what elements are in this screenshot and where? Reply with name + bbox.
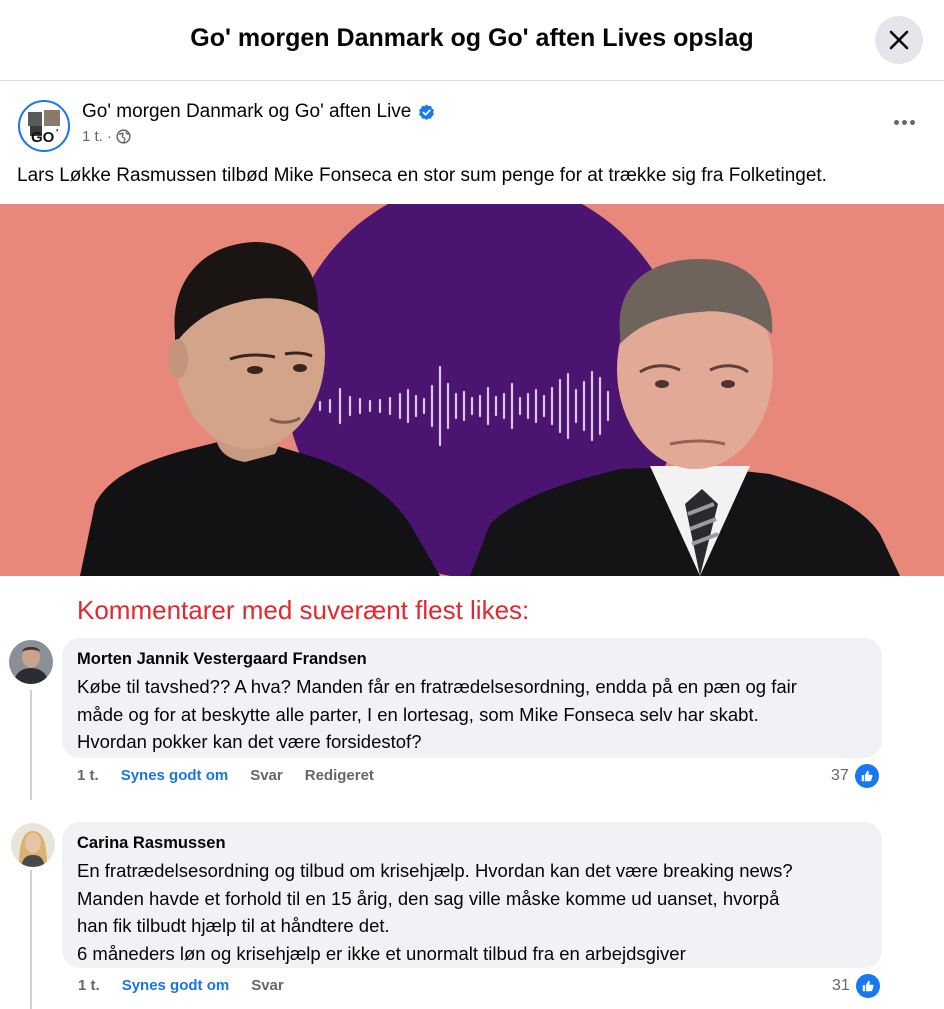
dialog-title: Go' morgen Danmark og Go' aften Lives op… xyxy=(190,24,754,52)
comment-bubble: Carina Rasmussen En fratrædelsesordning … xyxy=(62,822,882,968)
like-button[interactable]: Synes godt om xyxy=(121,767,229,784)
like-button[interactable]: Synes godt om xyxy=(122,977,230,994)
edited-label: Redigeret xyxy=(304,767,374,784)
comment-author[interactable]: Carina Rasmussen xyxy=(77,834,868,853)
reaction-count[interactable]: 31 xyxy=(832,972,882,1000)
post-time[interactable]: 1 t. xyxy=(82,128,103,145)
like-reaction-icon xyxy=(853,972,882,1000)
reply-button[interactable]: Svar xyxy=(250,767,283,784)
comment-text-line: Hvordan pokker kan det være forsidestof? xyxy=(77,731,422,752)
globe-icon xyxy=(116,129,131,144)
reaction-count[interactable]: 37 xyxy=(831,762,881,790)
page-name: Go' morgen Danmark og Go' aften Live xyxy=(82,101,412,122)
svg-text:': ' xyxy=(56,128,58,139)
dialog-header: Go' morgen Danmark og Go' aften Lives op… xyxy=(0,0,944,81)
comment-author[interactable]: Morten Jannik Vestergaard Frandsen xyxy=(77,650,868,669)
close-icon xyxy=(889,30,909,50)
like-count: 31 xyxy=(832,977,850,994)
meta-separator: · xyxy=(106,128,112,145)
more-dot xyxy=(901,119,907,125)
post-text: Lars Løkke Rasmussen tilbød Mike Fonseca… xyxy=(17,165,827,186)
like-reaction-icon xyxy=(852,762,881,790)
post-meta: 1 t. · xyxy=(82,128,131,145)
thread-line xyxy=(30,690,32,800)
commenter-avatar[interactable] xyxy=(11,823,55,867)
like-count: 37 xyxy=(831,767,849,784)
more-options-button[interactable] xyxy=(886,110,922,134)
annotation-label: Kommentarer med suverænt flest likes: xyxy=(77,595,530,625)
comment-text-line: En fratrædelsesordning og tilbud om kris… xyxy=(77,860,793,881)
comment-actions: 1 t. Synes godt om Svar Redigeret xyxy=(77,767,374,784)
comment-text-line: han fik tilbudt hjælp til at håndtere de… xyxy=(77,915,390,936)
comment-time[interactable]: 1 t. xyxy=(77,767,99,784)
comment-text-line: måde og for at beskytte alle parter, I e… xyxy=(77,703,759,725)
page-avatar[interactable]: GO ' xyxy=(18,100,70,152)
commenter-avatar[interactable] xyxy=(9,640,53,684)
reply-button[interactable]: Svar xyxy=(251,977,284,994)
more-dot xyxy=(909,119,915,125)
comment-time[interactable]: 1 t. xyxy=(78,977,100,994)
more-dot xyxy=(893,119,899,125)
comment-text-line: 6 måneders løn og krisehjælp er ikke et … xyxy=(77,942,686,964)
close-button[interactable] xyxy=(875,16,923,64)
post-photo xyxy=(0,204,944,576)
comment-bubble: Morten Jannik Vestergaard Frandsen Købe … xyxy=(62,638,882,758)
page-name-link[interactable]: Go' morgen Danmark og Go' aften Live xyxy=(82,101,435,123)
comment-text-line: Købe til tavshed?? A hva? Manden får en … xyxy=(77,676,797,697)
svg-text:GO: GO xyxy=(31,129,55,146)
thread-line xyxy=(30,870,32,1009)
verified-badge-icon xyxy=(419,104,435,120)
post-image[interactable] xyxy=(0,204,944,576)
post-header: GO ' Go' morgen Danmark og Go' aften Liv… xyxy=(0,82,944,154)
comment-actions: 1 t. Synes godt om Svar xyxy=(78,977,284,994)
comment-text-line: Manden havde et forhold til en 15 årig, … xyxy=(77,887,780,909)
